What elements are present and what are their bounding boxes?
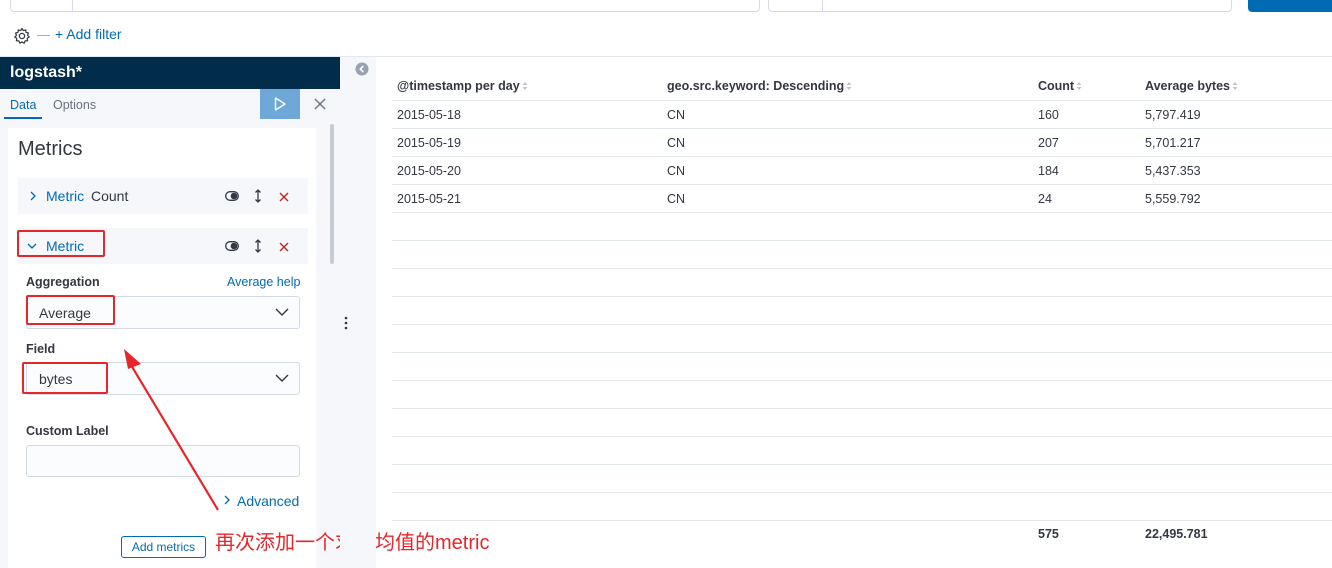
- annotation-highlight-field: [22, 362, 108, 394]
- apply-changes-button[interactable]: [260, 89, 300, 119]
- chevron-right-icon[interactable]: [28, 191, 38, 201]
- column-header-label: Count: [1038, 79, 1075, 93]
- sidebar-scrollbar[interactable]: [330, 124, 334, 264]
- sort-icon: [846, 82, 852, 90]
- table-divider: [392, 128, 1332, 129]
- chevron-down-icon: [275, 308, 289, 316]
- table-divider: [392, 492, 1332, 493]
- cell-average-bytes: 5,701.217: [1145, 136, 1201, 150]
- custom-label-label: Custom Label: [26, 424, 109, 438]
- cell-timestamp: 2015-05-19: [397, 136, 461, 150]
- cell-timestamp: 2015-05-21: [397, 192, 461, 206]
- cell-average-bytes: 5,437.353: [1145, 164, 1201, 178]
- metrics-section-title: Metrics: [18, 138, 83, 160]
- table-divider: [392, 268, 1332, 269]
- editor-divider: [340, 57, 376, 568]
- cell-geo-src[interactable]: CN: [667, 164, 685, 178]
- sort-icon: [522, 82, 528, 90]
- tab-data[interactable]: Data: [10, 98, 36, 112]
- table-divider: [392, 352, 1332, 353]
- metric-count-name: Count: [91, 188, 129, 204]
- collapse-arrow-icon[interactable]: [355, 62, 369, 76]
- metric-count-row[interactable]: Metric Count: [18, 178, 308, 214]
- table-divider: [392, 296, 1332, 297]
- sort-icon: [1232, 82, 1238, 90]
- cell-average-bytes: 5,559.792: [1145, 192, 1201, 206]
- cell-geo-src[interactable]: CN: [667, 108, 685, 122]
- table-divider: [392, 324, 1332, 325]
- cell-count: 160: [1038, 108, 1059, 122]
- column-header-average-bytes[interactable]: Average bytes: [1145, 79, 1238, 93]
- advanced-toggle[interactable]: Advanced: [237, 493, 299, 509]
- drag-handle-icon[interactable]: [254, 239, 262, 253]
- active-tab-indicator: [4, 117, 42, 119]
- table-divider: [392, 380, 1332, 381]
- table-divider: [392, 464, 1332, 465]
- time-picker-separator: [822, 0, 823, 12]
- resize-handle-icon[interactable]: [344, 316, 348, 330]
- column-header-label: Average bytes: [1145, 79, 1230, 93]
- column-header-timestamp[interactable]: @timestamp per day: [397, 79, 528, 93]
- table-divider: [392, 184, 1332, 185]
- toggle-icon[interactable]: [225, 191, 239, 201]
- footer-average-total: 22,495.781: [1145, 527, 1208, 541]
- cell-timestamp: 2015-05-20: [397, 164, 461, 178]
- cell-timestamp: 2015-05-18: [397, 108, 461, 122]
- cell-geo-src[interactable]: CN: [667, 136, 685, 150]
- play-icon: [274, 97, 286, 111]
- filter-separator: —: [37, 27, 50, 42]
- table-divider: [392, 436, 1332, 437]
- table-divider: [392, 212, 1332, 213]
- annotation-highlight-metric: [17, 230, 105, 257]
- query-language-separator: [72, 0, 73, 12]
- sort-icon: [1076, 82, 1082, 90]
- add-metrics-button[interactable]: Add metrics: [121, 536, 206, 558]
- refresh-button[interactable]: [1248, 0, 1332, 12]
- column-header-count[interactable]: Count: [1038, 79, 1082, 93]
- annotation-highlight-aggregation: [26, 295, 115, 325]
- gear-icon[interactable]: [12, 26, 32, 46]
- column-header-label: @timestamp per day: [397, 79, 520, 93]
- chevron-down-icon: [275, 374, 289, 382]
- drag-handle-icon[interactable]: [254, 189, 262, 203]
- cell-geo-src[interactable]: CN: [667, 192, 685, 206]
- query-input[interactable]: [10, 0, 760, 12]
- table-divider: [392, 520, 1332, 521]
- index-pattern-title: logstash*: [0, 57, 340, 89]
- field-label: Field: [26, 342, 56, 356]
- cell-count: 24: [1038, 192, 1052, 206]
- aggregation-label: Aggregation: [26, 275, 100, 289]
- add-filter-link[interactable]: + Add filter: [55, 26, 122, 42]
- remove-metric-icon[interactable]: [278, 241, 290, 253]
- toggle-icon[interactable]: [225, 241, 239, 251]
- cell-average-bytes: 5,797.419: [1145, 108, 1201, 122]
- cell-count: 207: [1038, 136, 1059, 150]
- footer-count-total: 575: [1038, 527, 1059, 541]
- query-bar: — + Add filter: [0, 0, 1332, 57]
- annotation-arrow: [124, 349, 219, 511]
- time-picker[interactable]: [768, 0, 1232, 12]
- cell-count: 184: [1038, 164, 1059, 178]
- table-divider: [392, 156, 1332, 157]
- column-header-geo-src[interactable]: geo.src.keyword: Descending: [667, 79, 852, 93]
- tab-options[interactable]: Options: [53, 98, 96, 112]
- aggregation-help-link[interactable]: Average help: [227, 275, 300, 289]
- table-divider: [392, 100, 1332, 101]
- table-divider: [392, 408, 1332, 409]
- table-divider: [392, 240, 1332, 241]
- discard-close-icon[interactable]: [312, 96, 328, 112]
- metric-count-prefix: Metric: [46, 188, 85, 204]
- remove-metric-icon[interactable]: [278, 191, 290, 203]
- column-header-label: geo.src.keyword: Descending: [667, 79, 845, 93]
